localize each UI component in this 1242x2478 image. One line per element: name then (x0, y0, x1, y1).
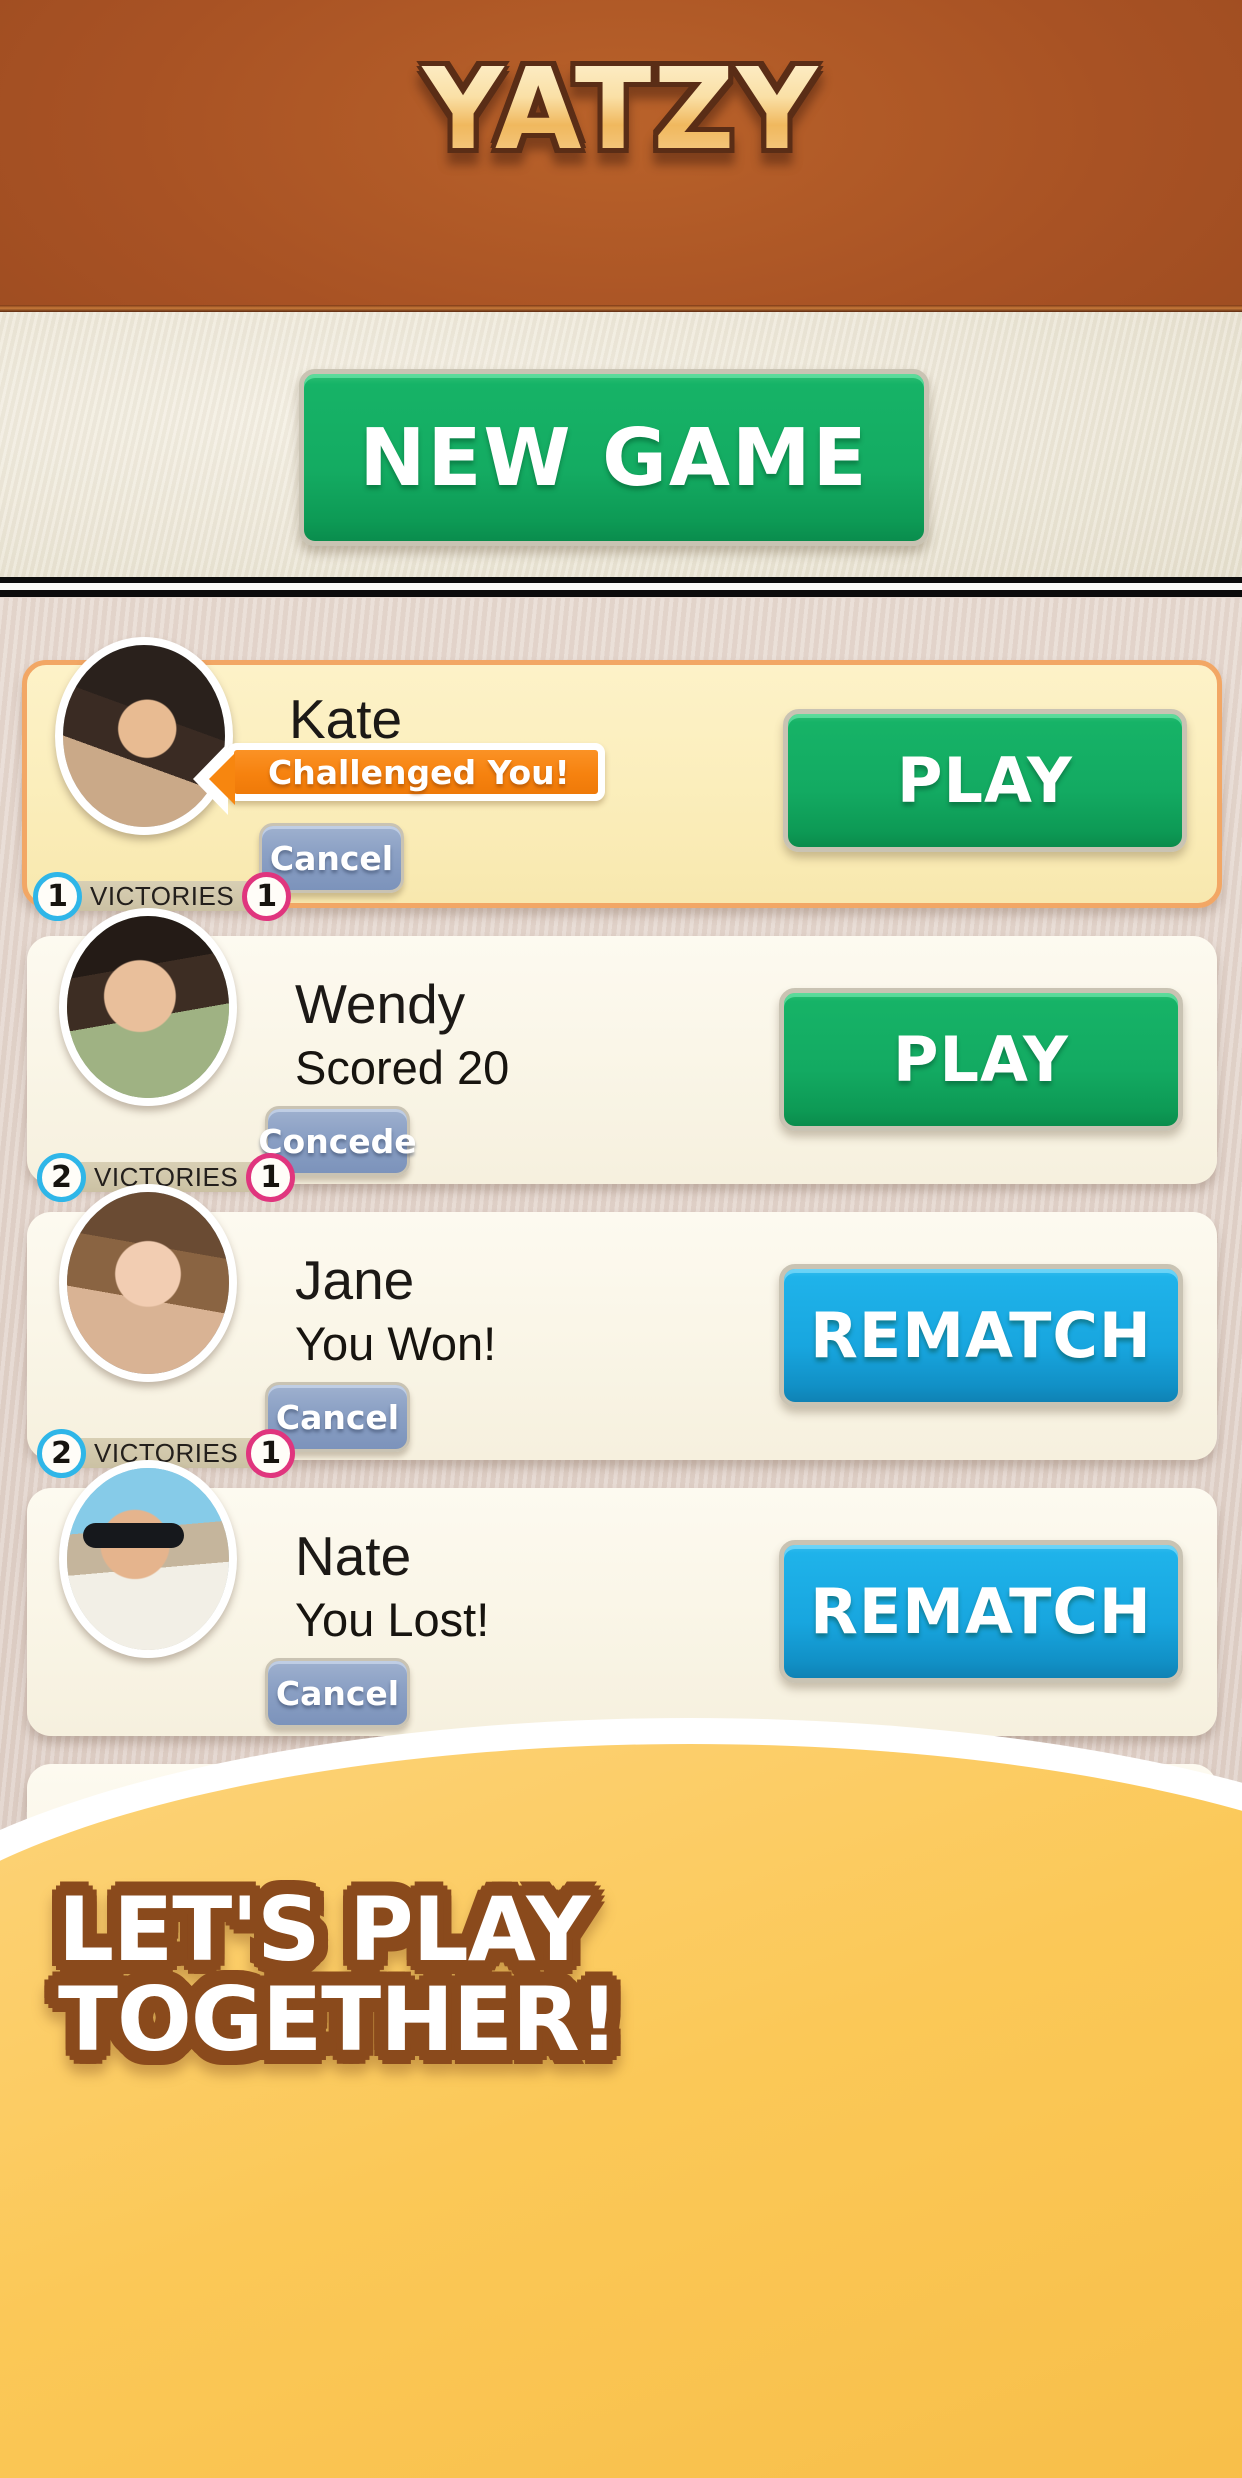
promo-banner (0, 1718, 1242, 2478)
game-row-nate[interactable]: Nate You Lost! Cancel REMATCH (27, 1460, 1217, 1736)
challenge-bubble: Challenged You! (193, 743, 605, 815)
cancel-button[interactable]: Cancel (265, 1658, 410, 1728)
new-game-label: NEW GAME (359, 411, 869, 504)
avatar[interactable] (59, 1460, 237, 1658)
avatar[interactable] (59, 1184, 237, 1382)
game-row-jane[interactable]: 2 VICTORIES 1 Jane You Won! Cancel REMAT… (27, 1184, 1217, 1478)
player-name: Nate (295, 1525, 412, 1587)
new-game-button[interactable]: NEW GAME (299, 369, 929, 546)
divider-line-middle (0, 583, 1242, 590)
section-divider (0, 577, 1242, 598)
divider-line-bottom (0, 590, 1242, 597)
player-status: You Won! (295, 1317, 497, 1370)
cancel-button-label: Cancel (275, 1397, 400, 1437)
their-wins-count: 1 (246, 1152, 296, 1202)
play-button-label: PLAY (893, 1023, 1069, 1096)
my-wins-count: 2 (37, 1152, 86, 1202)
play-button-label: PLAY (897, 744, 1073, 817)
player-name: Wendy (295, 973, 466, 1035)
cancel-button-label: Cancel (275, 1673, 400, 1713)
avatar[interactable] (59, 908, 237, 1106)
concede-button-label: Concede (258, 1121, 417, 1161)
rematch-button-label: REMATCH (810, 1299, 1152, 1372)
cancel-button-label: Cancel (269, 838, 394, 878)
page-title: YATZY (0, 51, 1242, 170)
player-status: You Lost! (295, 1593, 490, 1646)
player-status: Scored 20 (295, 1041, 510, 1094)
new-game-section: NEW GAME (0, 312, 1242, 577)
play-button[interactable]: PLAY (779, 988, 1183, 1131)
player-name: Kate (289, 688, 403, 750)
player-name: Jane (295, 1249, 415, 1311)
promo-banner-text: LET'S PLAY TOGETHER! (0, 1885, 760, 2065)
rematch-button[interactable]: REMATCH (779, 1264, 1183, 1407)
rematch-button-label: REMATCH (810, 1575, 1152, 1648)
their-wins-count: 1 (246, 1428, 296, 1478)
their-wins-count: 1 (242, 871, 292, 921)
my-wins-count: 1 (33, 871, 82, 921)
rematch-button[interactable]: REMATCH (779, 1540, 1183, 1683)
my-wins-count: 2 (37, 1428, 86, 1478)
game-row-kate[interactable]: 1 VICTORIES 1 Kate Challenged You! Cance… (22, 637, 1222, 921)
challenge-bubble-label: Challenged You! (268, 752, 570, 792)
promo-banner-fill (0, 1744, 1242, 2478)
play-button[interactable]: PLAY (783, 709, 1187, 852)
promo-line-2: TOGETHER! (58, 1967, 619, 2071)
promo-line-1: LET'S PLAY (58, 1878, 590, 1981)
app-header: YATZY (0, 0, 1242, 312)
game-row-wendy[interactable]: 2 VICTORIES 1 Wendy Scored 20 Concede PL… (27, 908, 1217, 1202)
